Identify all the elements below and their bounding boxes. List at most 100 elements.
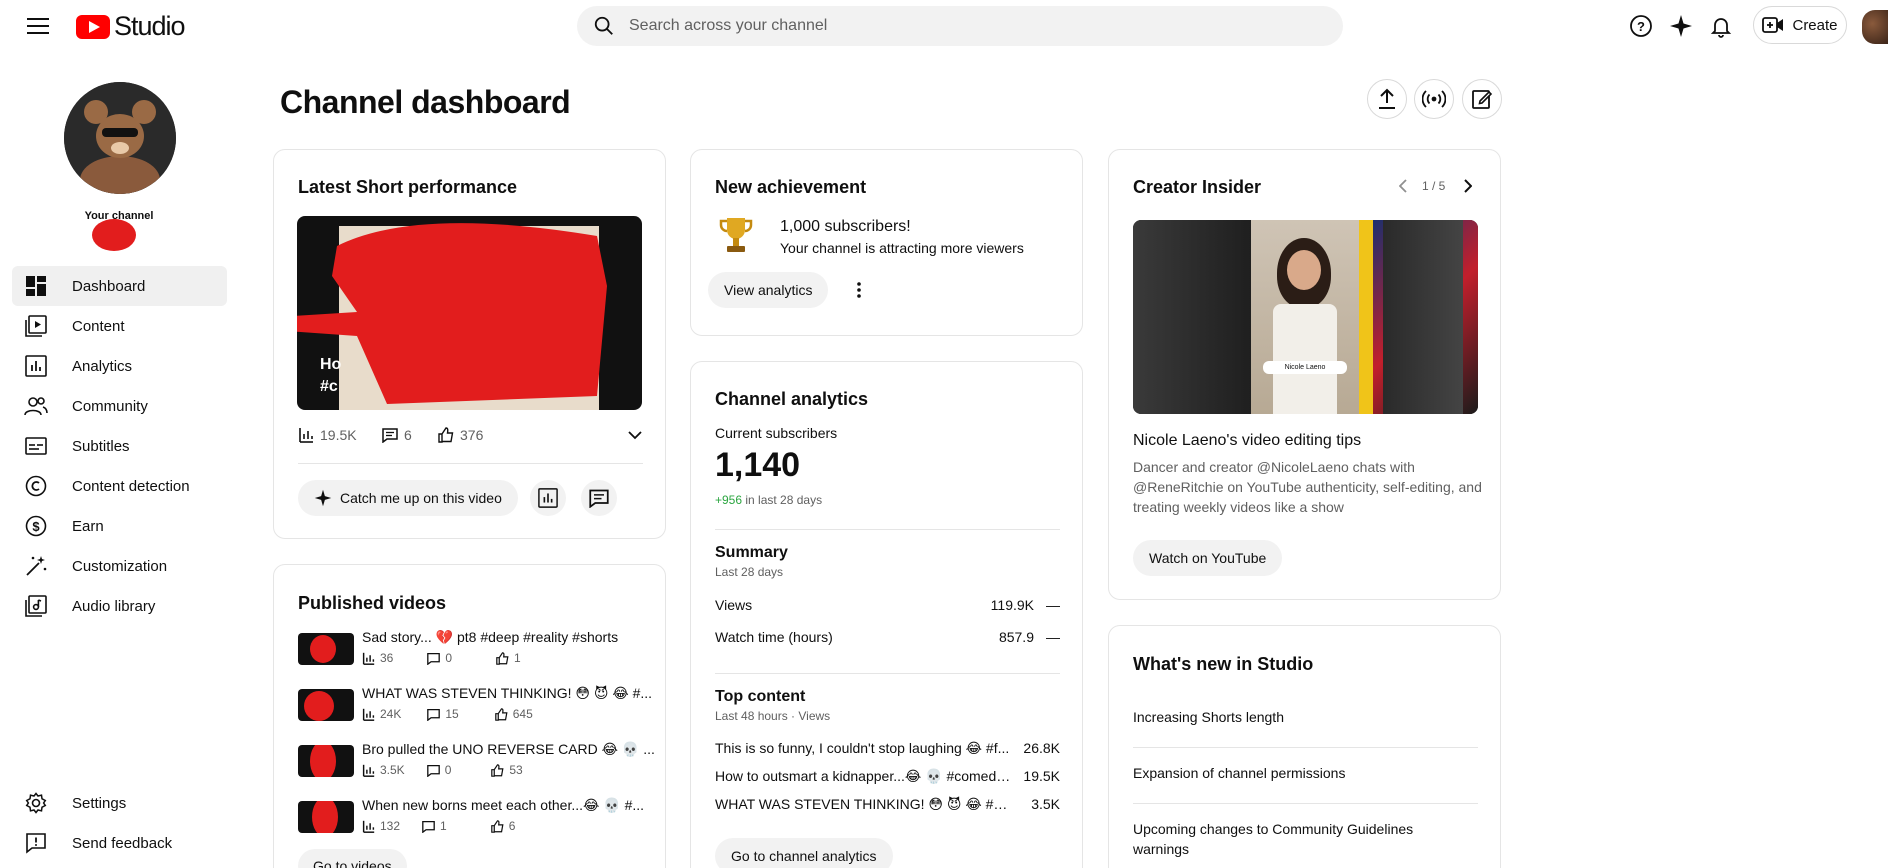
sparkle-icon — [314, 489, 332, 507]
create-button[interactable]: Create — [1753, 6, 1847, 44]
video-title: Bro pulled the UNO REVERSE CARD 😂 💀 ... — [362, 741, 655, 757]
video-row[interactable]: Bro pulled the UNO REVERSE CARD 😂 💀 ... … — [298, 741, 658, 781]
community-icon — [24, 394, 48, 418]
go-to-channel-analytics-button[interactable]: Go to channel analytics — [715, 838, 893, 868]
sidebar-item-audio-library[interactable]: Audio library — [12, 586, 227, 626]
view-analytics-label: View analytics — [724, 282, 813, 298]
search-input[interactable] — [629, 17, 1269, 35]
video-likes: 645 — [494, 707, 533, 721]
whats-new-title: What's new in Studio — [1133, 654, 1314, 674]
dashboard-icon — [24, 274, 48, 298]
sidebar-item-content-detection[interactable]: Content detection — [12, 466, 227, 506]
short-thumbnail[interactable]: Ho #c — [297, 216, 642, 410]
comment-icon — [427, 652, 441, 665]
catch-up-button[interactable]: Catch me up on this video — [298, 480, 518, 516]
sidebar-item-label: Community — [72, 397, 148, 415]
achievement-card: New achievement 1,000 subscribers! Your … — [690, 149, 1083, 336]
video-likes: 53 — [491, 763, 523, 777]
bar-chart-icon — [299, 428, 313, 443]
channel-avatar[interactable] — [64, 82, 176, 194]
menu-icon[interactable] — [24, 14, 52, 38]
divider — [715, 673, 1060, 674]
whats-new-item[interactable]: Expansion of channel permissions — [1133, 763, 1478, 783]
gear-icon — [24, 791, 48, 815]
video-title: When new borns meet each other...😂 💀 #..… — [362, 797, 645, 813]
achievement-title: New achievement — [715, 177, 867, 197]
upload-button[interactable] — [1367, 79, 1407, 119]
sidebar-item-subtitles[interactable]: Subtitles — [12, 426, 227, 466]
studio-logo[interactable]: Studio — [76, 11, 186, 42]
upload-icon — [1379, 88, 1395, 109]
account-avatar[interactable] — [1862, 10, 1888, 44]
sidebar-item-settings[interactable]: Settings — [12, 783, 227, 823]
magic-wand-icon — [24, 554, 48, 578]
top-content-row[interactable]: WHAT WAS STEVEN THINKING! 😳 😈 😂 #sh... 3.… — [715, 796, 1060, 813]
expand-chevron-icon[interactable] — [628, 430, 642, 440]
sidebar-item-earn[interactable]: $ Earn — [12, 506, 227, 546]
video-comments: 0 — [426, 763, 451, 777]
sidebar-item-label: Analytics — [72, 357, 133, 375]
video-row[interactable]: When new borns meet each other...😂 💀 #..… — [298, 797, 658, 837]
feedback-icon — [24, 831, 48, 855]
comment-icon — [422, 820, 435, 833]
go-to-channel-analytics-label: Go to channel analytics — [731, 848, 877, 864]
whats-new-item[interactable]: Increasing Shorts length — [1133, 707, 1478, 727]
channel-analytics-title: Channel analytics — [715, 389, 869, 409]
audio-library-icon — [24, 594, 48, 618]
sidebar-item-label: Send feedback — [72, 834, 173, 852]
sidebar-item-content[interactable]: Content — [12, 306, 227, 346]
sidebar-item-dashboard[interactable]: Dashboard — [12, 266, 227, 306]
next-chevron-icon[interactable] — [1463, 178, 1477, 194]
more-options-icon[interactable] — [849, 280, 869, 300]
analytics-icon — [24, 354, 48, 378]
channel-analytics-card: Channel analytics Current subscribers 1,… — [690, 361, 1083, 868]
sidebar-item-community[interactable]: Community — [12, 386, 227, 426]
sidebar-item-analytics[interactable]: Analytics — [12, 346, 227, 386]
thumbnail-name-tag: Nicole Laeno — [1263, 361, 1347, 374]
video-row[interactable]: WHAT WAS STEVEN THINKING! 😳 😈 😂 #... 24K… — [298, 685, 658, 725]
creator-insider-video-title[interactable]: Nicole Laeno's video editing tips — [1133, 432, 1361, 450]
video-comments: 15 — [427, 707, 459, 721]
go-live-button[interactable] — [1414, 79, 1454, 119]
video-thumbnail — [298, 633, 354, 665]
previous-chevron-icon[interactable] — [1399, 178, 1413, 194]
create-post-button[interactable] — [1462, 79, 1502, 119]
trophy-icon — [719, 216, 753, 256]
published-videos-card: Published videos Sad story... 💔 pt8 #dee… — [273, 564, 666, 868]
search-bar[interactable] — [577, 6, 1343, 46]
bar-chart-icon — [362, 652, 375, 665]
video-likes: 1 — [496, 651, 521, 665]
top-content-row[interactable]: This is so funny, I couldn't stop laughi… — [715, 740, 1060, 757]
top-content-row[interactable]: How to outsmart a kidnapper...😂 💀 #comed… — [715, 768, 1060, 785]
published-videos-title: Published videos — [298, 593, 447, 613]
view-analytics-button[interactable]: View analytics — [708, 272, 829, 308]
short-comments-button[interactable] — [581, 480, 617, 516]
thumbnail-overlay-text-2: #c — [320, 378, 338, 395]
latest-short-title: Latest Short performance — [298, 177, 518, 197]
top-content-title: Top content — [715, 688, 806, 705]
video-thumbnail — [298, 689, 354, 721]
sidebar-item-customization[interactable]: Customization — [12, 546, 227, 586]
dollar-icon: $ — [24, 514, 48, 538]
bell-icon[interactable] — [1707, 12, 1735, 40]
short-comments-stat: 6 — [382, 427, 412, 443]
live-broadcast-icon — [1422, 90, 1446, 108]
creator-insider-thumbnail[interactable]: Nicole Laeno — [1133, 220, 1478, 414]
help-icon[interactable]: ? — [1627, 12, 1655, 40]
watch-on-youtube-label: Watch on YouTube — [1149, 550, 1267, 566]
content-icon — [24, 314, 48, 338]
thumbs-up-icon — [494, 707, 508, 721]
whats-new-item[interactable]: Upcoming changes to Community Guidelines… — [1133, 819, 1473, 859]
creator-insider-description: Dancer and creator @NicoleLaeno chats wi… — [1133, 459, 1482, 515]
bar-chart-icon — [362, 708, 375, 721]
comment-icon — [426, 764, 440, 777]
go-to-videos-button[interactable]: Go to videos — [298, 849, 407, 868]
sparkle-icon[interactable] — [1667, 12, 1695, 40]
video-stats: 132 1 6 — [362, 819, 515, 833]
short-analytics-button[interactable] — [530, 480, 566, 516]
bar-chart-icon — [362, 764, 375, 777]
sidebar-item-send-feedback[interactable]: Send feedback — [12, 823, 227, 863]
video-title: Sad story... 💔 pt8 #deep #reality #short… — [362, 629, 619, 645]
video-row[interactable]: Sad story... 💔 pt8 #deep #reality #short… — [298, 629, 658, 669]
watch-on-youtube-button[interactable]: Watch on YouTube — [1133, 540, 1283, 576]
